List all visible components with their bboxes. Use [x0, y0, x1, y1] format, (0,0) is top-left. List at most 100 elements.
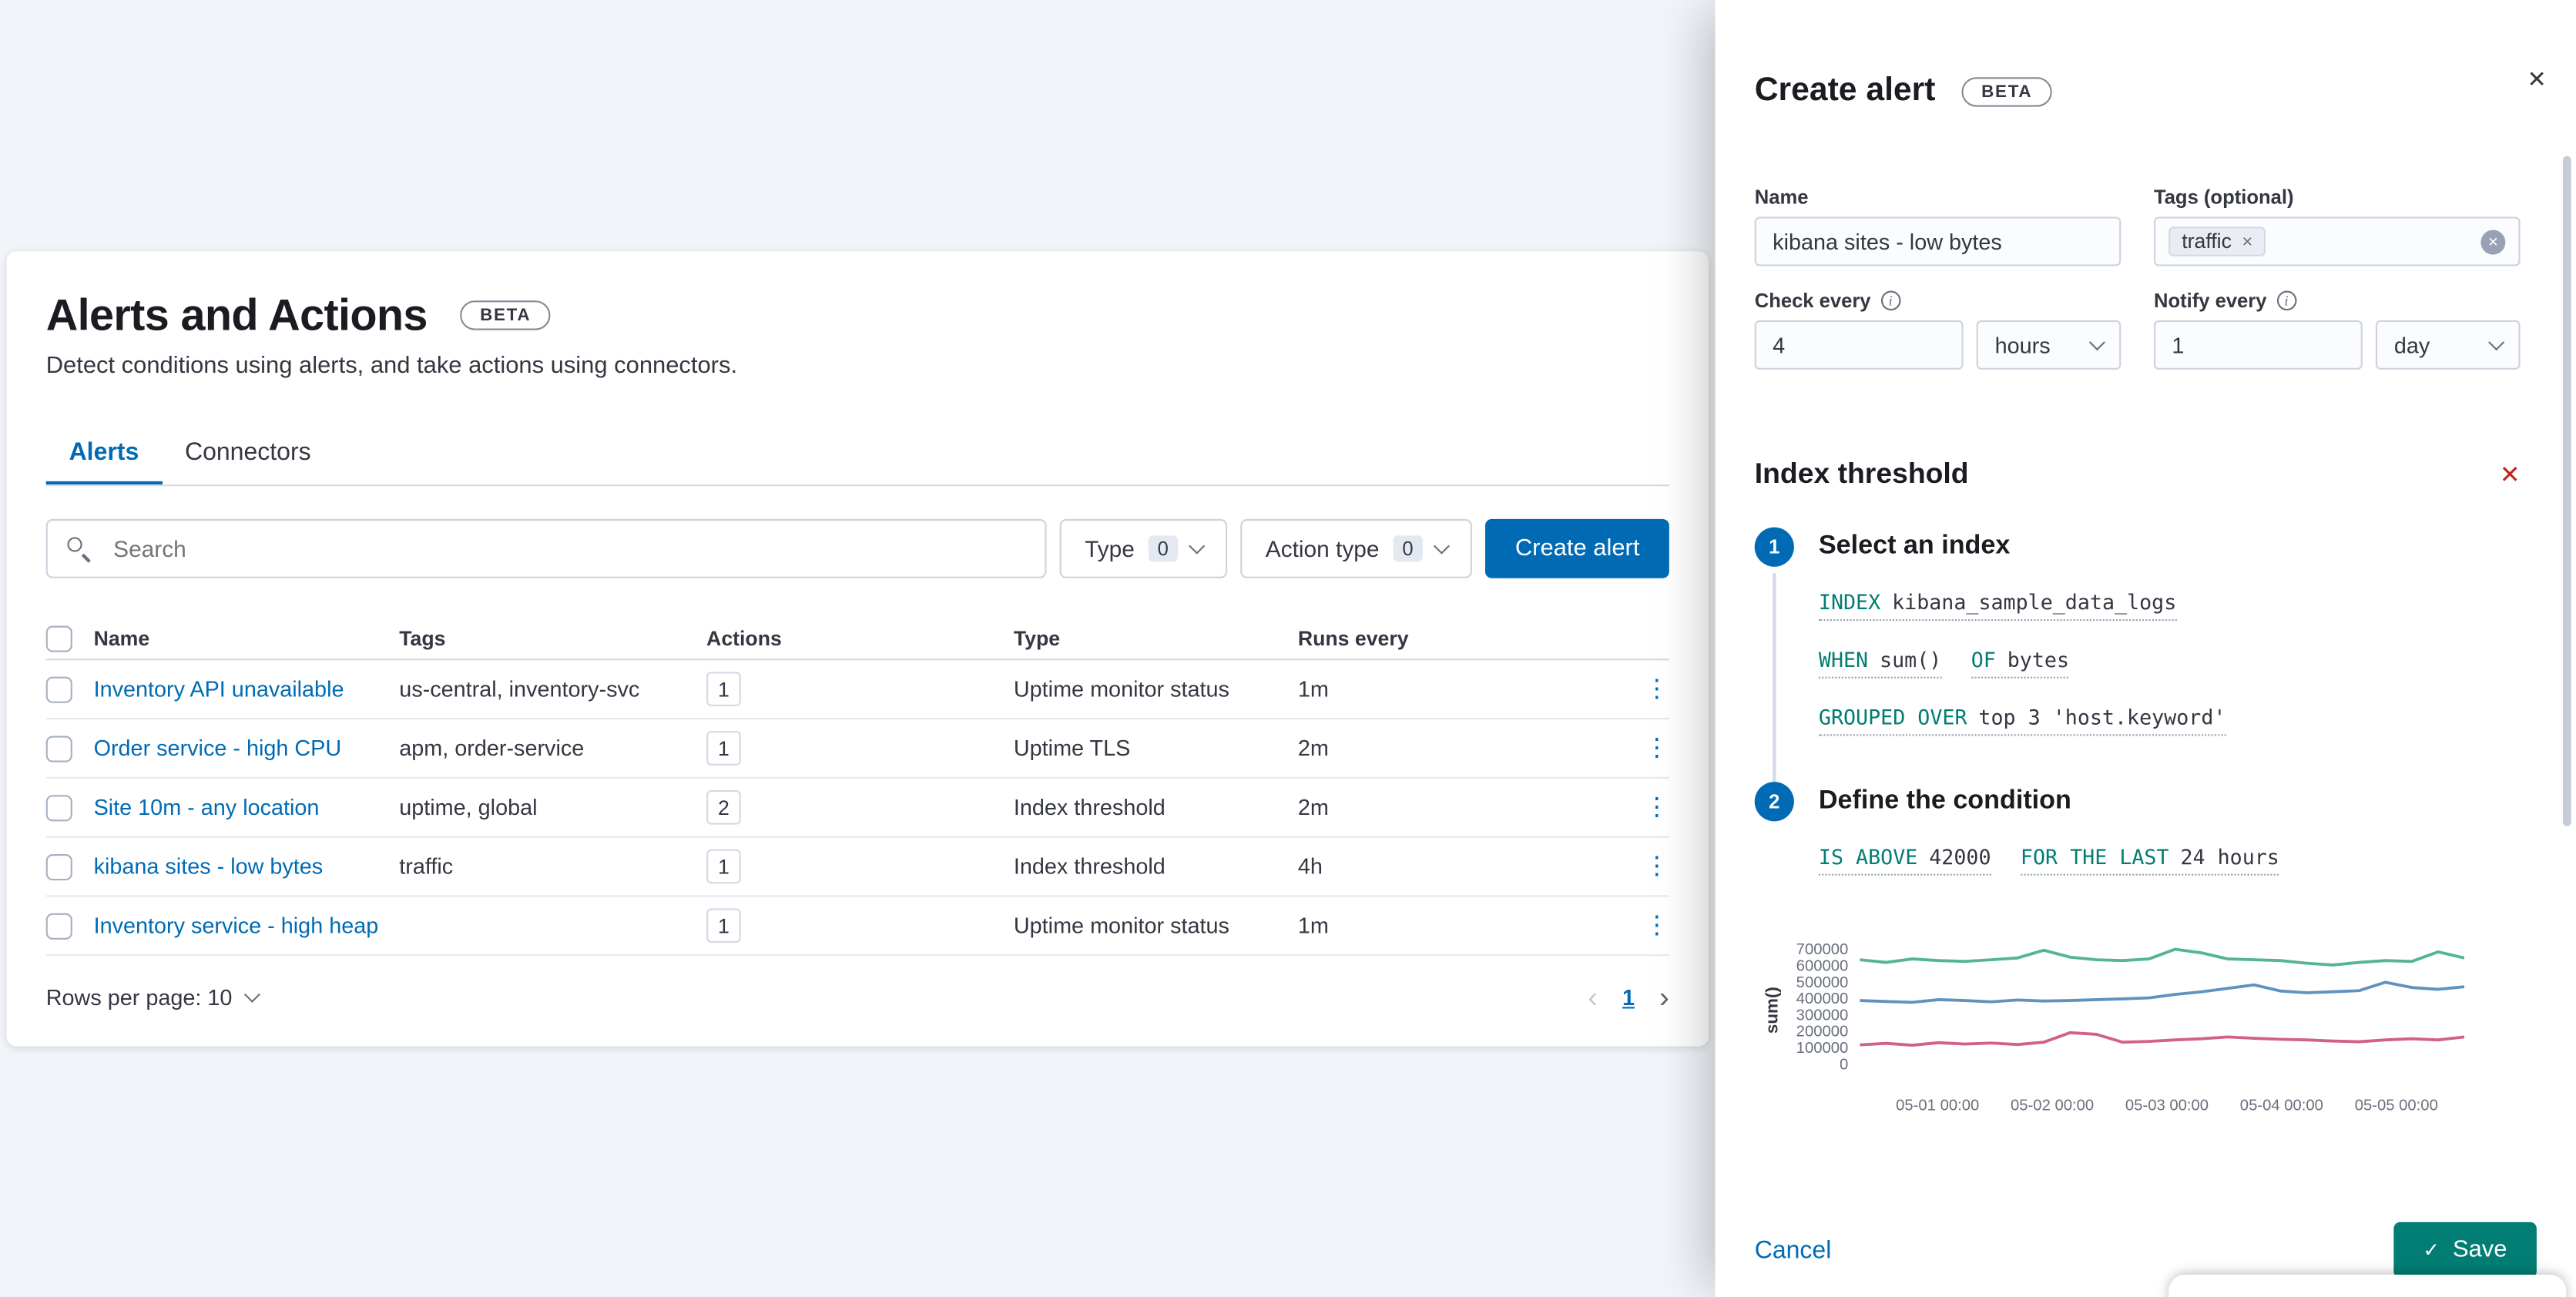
row-checkbox[interactable] [45, 675, 72, 702]
row-actions-kebab-icon[interactable]: ⋮ [1645, 736, 1669, 760]
notify-every-input[interactable] [2153, 320, 2363, 370]
rows-per-page-label: Rows per page: 10 [45, 984, 233, 1010]
row-checkbox[interactable] [45, 853, 72, 880]
table-footer: Rows per page: 10 ‹ 1 › [46, 982, 1669, 1011]
close-icon[interactable]: ✕ [2527, 65, 2547, 93]
alert-name-link[interactable]: Inventory API unavailable [94, 677, 344, 702]
row-checkbox[interactable] [45, 912, 72, 939]
next-page-button[interactable]: › [1659, 982, 1669, 1011]
threshold-expression[interactable]: IS ABOVE 42000 [1818, 844, 1991, 876]
chevron-down-icon [1434, 537, 1451, 554]
prev-page-button[interactable]: ‹ [1588, 982, 1598, 1011]
check-every-input[interactable] [1754, 320, 1964, 370]
flyout-header: Create alert BETA [1716, 0, 2576, 110]
expression-keyword: OF [1971, 647, 1996, 672]
tabs: Alerts Connectors [45, 432, 1669, 487]
search-icon [67, 537, 92, 563]
time-window-expression[interactable]: FOR THE LAST 24 hours [2020, 844, 2279, 876]
expression-value: top 3 'host.keyword' [1978, 704, 2226, 729]
notify-every-controls: day [2153, 320, 2521, 370]
alert-runs-every: 1m [1297, 676, 1329, 702]
chart-plot-area: 05-01 00:00 05-02 00:00 05-03 00:00 05-0… [1860, 941, 2465, 1115]
search-input[interactable] [45, 518, 1048, 578]
flyout-scrollbar[interactable] [2563, 156, 2571, 826]
row-checkbox[interactable] [45, 735, 72, 762]
chevron-down-icon [244, 985, 261, 1002]
chart-y-tick-label: 600000 [1796, 957, 1849, 976]
grouped-over-expression[interactable]: GROUPED OVER top 3 'host.keyword' [1818, 704, 2226, 736]
check-every-label-text: Check every [1754, 289, 1871, 313]
of-expression[interactable]: OF bytes [1971, 647, 2070, 679]
when-expression[interactable]: WHEN sum() [1818, 647, 1942, 679]
alert-tags: uptime, global [399, 795, 538, 820]
select-all-checkbox[interactable] [45, 625, 72, 652]
chart-y-tick-label: 300000 [1796, 1007, 1849, 1025]
actions-count-badge: 1 [706, 849, 741, 884]
notify-every-unit-value: day [2393, 332, 2430, 357]
notify-every-unit-select[interactable]: day [2376, 320, 2521, 370]
create-alert-flyout: ✕ Create alert BETA Name Tags (optional)… [1715, 0, 2576, 1297]
chevron-down-icon [1189, 537, 1206, 554]
tab-alerts[interactable]: Alerts [46, 432, 162, 484]
type-filter-count-badge: 0 [1147, 535, 1179, 562]
notify-every-label-text: Notify every [2153, 289, 2267, 313]
expression-keyword: IS ABOVE [1818, 844, 1918, 870]
tags-field: Tags (optional) traffic ✕ ✕ [2153, 185, 2521, 266]
info-icon[interactable]: i [1880, 290, 1900, 311]
type-filter-button[interactable]: Type 0 [1060, 518, 1228, 578]
alerts-table: Name Tags Actions Type Runs every Invent… [45, 618, 1669, 957]
alert-name-input[interactable] [1754, 216, 2122, 266]
table-row: Inventory API unavailable us-central, in… [45, 660, 1669, 720]
create-alert-button[interactable]: Create alert [1485, 518, 1669, 578]
remove-tag-icon[interactable]: ✕ [2242, 233, 2253, 250]
chart-y-ticks: 700000 600000 500000 400000 300000 20000… [1784, 941, 1860, 1074]
tags-combobox[interactable]: traffic ✕ ✕ [2153, 216, 2521, 266]
save-button[interactable]: ✓ Save [2393, 1222, 2537, 1279]
alert-name-link[interactable]: Order service - high CPU [94, 736, 342, 760]
alert-name-link[interactable]: Site 10m - any location [94, 795, 320, 819]
step-select-an-index: 1 Select an index INDEX kibana_sample_dat… [1754, 527, 2521, 783]
cancel-button[interactable]: Cancel [1755, 1236, 1832, 1264]
row-actions-kebab-icon[interactable]: ⋮ [1645, 677, 1669, 702]
row-actions-kebab-icon[interactable]: ⋮ [1645, 913, 1669, 938]
info-icon[interactable]: i [2276, 290, 2296, 311]
header-runs-every: Runs every [1297, 626, 1409, 650]
step-title: Define the condition [1818, 786, 2071, 815]
table-header-row: Name Tags Actions Type Runs every [45, 618, 1669, 661]
page-number-button[interactable]: 1 [1622, 985, 1635, 1010]
check-every-label: Check every i [1755, 289, 2122, 312]
step-define-the-condition: 2 Define the condition IS ABOVE 42000 FOR… [1754, 782, 2521, 1115]
step-number-badge: 1 [1754, 527, 1794, 567]
alert-tags: apm, order-service [399, 736, 585, 761]
check-every-unit-select[interactable]: hours [1977, 320, 2122, 370]
expression-value: sum() [1880, 647, 1942, 672]
tag-pill[interactable]: traffic ✕ [2168, 226, 2266, 256]
check-every-field: Check every i hours [1754, 289, 2122, 370]
rows-per-page-button[interactable]: Rows per page: 10 [45, 984, 261, 1010]
expression-value: 42000 [1929, 844, 1991, 870]
alert-runs-every: 1m [1297, 913, 1329, 938]
action-type-filter-button[interactable]: Action type 0 [1240, 518, 1473, 578]
tab-connectors[interactable]: Connectors [162, 432, 334, 484]
chart-lines [1860, 947, 2465, 1047]
expression-value: kibana_sample_data_logs [1892, 589, 2177, 615]
step-connector-line [1773, 573, 1776, 783]
index-expression[interactable]: INDEX kibana_sample_data_logs [1818, 589, 2177, 622]
alert-type-cell: Uptime monitor status [1013, 913, 1229, 938]
alert-name-link[interactable]: kibana sites - low bytes [94, 854, 324, 879]
tags-label: Tags (optional) [2153, 185, 2294, 209]
row-actions-kebab-icon[interactable]: ⋮ [1645, 795, 1669, 819]
header-name: Name [93, 626, 150, 650]
chart-y-axis-label: sum() [1763, 987, 1783, 1034]
save-button-label: Save [2452, 1236, 2507, 1264]
chart-y-tick-label: 700000 [1796, 941, 1849, 960]
page-subtitle: Detect conditions using alerts, and take… [45, 353, 738, 380]
clear-tags-icon[interactable]: ✕ [2480, 229, 2506, 254]
remove-alert-type-icon[interactable]: ✕ [2500, 459, 2521, 488]
header-type: Type [1013, 626, 1061, 650]
expression-keyword: GROUPED OVER [1818, 704, 1967, 729]
row-checkbox[interactable] [45, 794, 72, 821]
header-actions: Actions [706, 626, 782, 650]
alert-name-link[interactable]: Inventory service - high heap [94, 913, 379, 938]
row-actions-kebab-icon[interactable]: ⋮ [1645, 854, 1669, 879]
